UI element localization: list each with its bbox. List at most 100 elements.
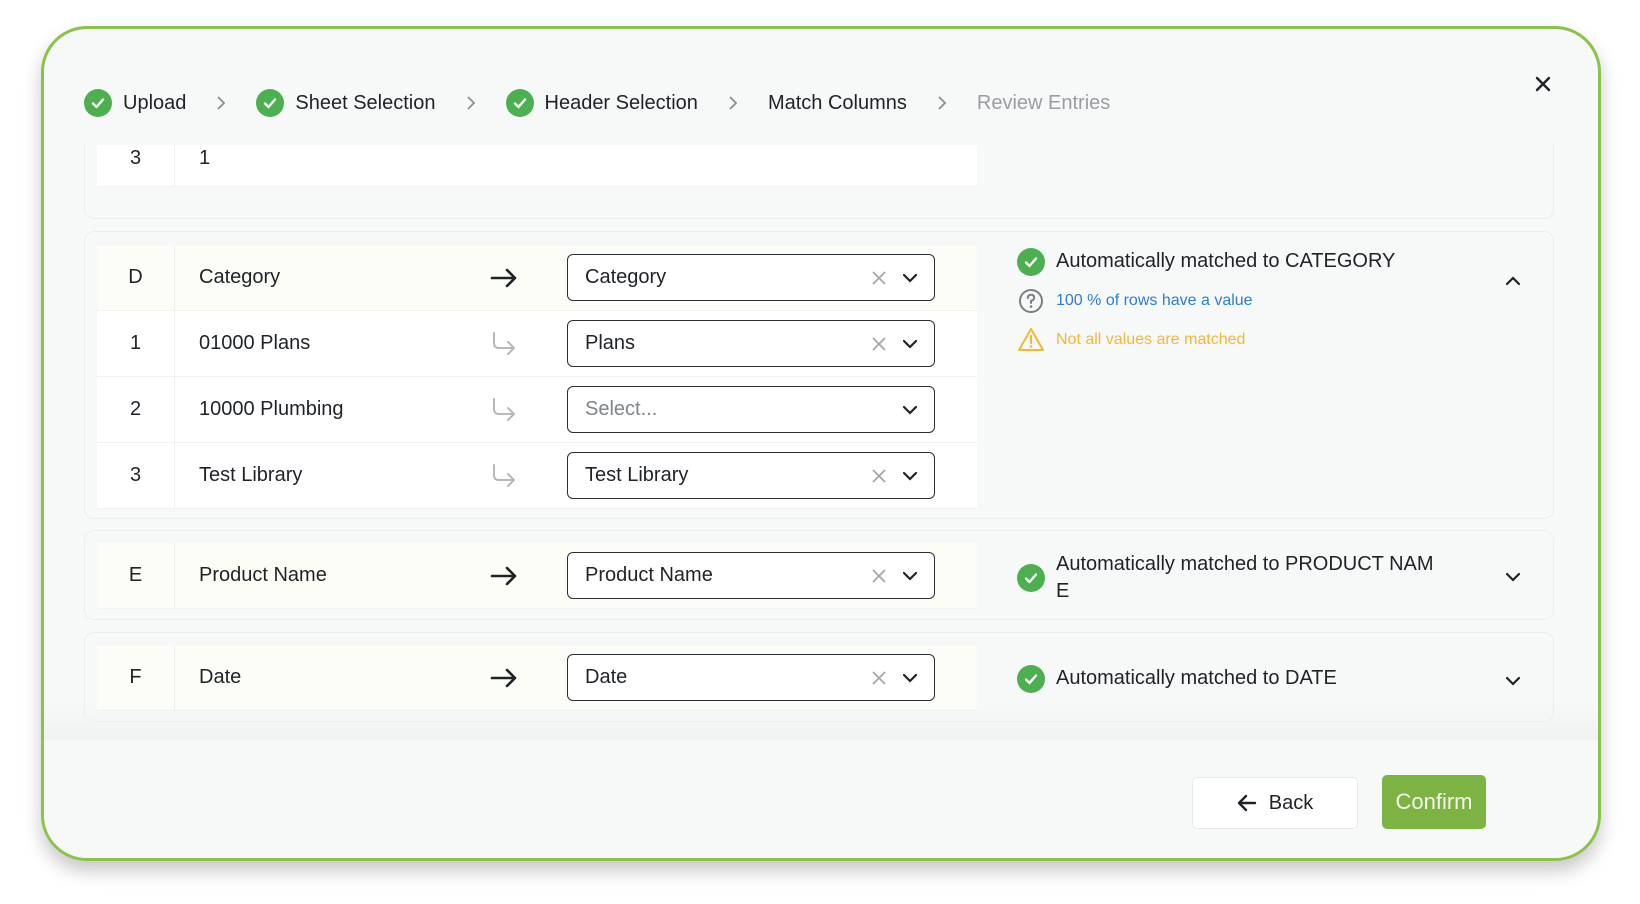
chevron-down-icon[interactable]: [896, 571, 924, 581]
status-line: Automatically matched to CATEGORY: [1017, 248, 1395, 276]
row-index: 1: [97, 311, 175, 376]
confirm-button-label: Confirm: [1395, 789, 1473, 814]
chevron-down-icon[interactable]: [896, 405, 924, 415]
step-review-entries: Review Entries: [977, 92, 1110, 115]
subdirectory-arrow-icon: [472, 331, 536, 357]
chevron-right-icon: [698, 95, 768, 111]
clear-icon[interactable]: [868, 670, 890, 686]
value-row: 3 Test Library Test Library: [97, 443, 977, 509]
row-value: Test Library: [199, 464, 303, 486]
chevron-down-icon[interactable]: [896, 273, 924, 283]
chevron-right-icon: [186, 95, 256, 111]
step-header-selection: Header Selection: [505, 89, 698, 117]
column-name: Category: [199, 266, 281, 288]
select-value: Plans: [585, 332, 636, 354]
value-match-select[interactable]: Select...: [567, 386, 935, 433]
column-letter: F: [97, 645, 175, 710]
value-row: 2 10000 Plumbing Select...: [97, 377, 977, 443]
value-row: 3 1: [97, 145, 977, 187]
chevron-down-icon[interactable]: [896, 471, 924, 481]
step-label: Header Selection: [544, 91, 698, 114]
scroll-fade: [44, 704, 1598, 740]
column-card-product-name: E Product Name Product Name Automaticall…: [84, 530, 1554, 620]
check-circle-icon: [1017, 564, 1045, 592]
modal-footer: Back Confirm: [44, 740, 1598, 858]
chevron-right-icon: [436, 95, 506, 111]
step-label: Upload: [123, 91, 187, 114]
row-index: 2: [97, 377, 175, 442]
column-match-select[interactable]: Product Name: [567, 552, 935, 599]
check-circle-icon: [1017, 248, 1045, 276]
step-match-columns: Match Columns: [768, 92, 907, 115]
warning-triangle-icon: [1017, 326, 1045, 354]
column-card-partial: 3 1: [84, 144, 1554, 219]
clear-icon[interactable]: [868, 468, 890, 484]
select-value: Product Name: [585, 564, 713, 586]
step-label: Sheet Selection: [295, 91, 436, 114]
column-match-select[interactable]: Category: [567, 254, 935, 301]
column-card-category: D Category Category 1 01000 Plans Plans …: [84, 231, 1554, 519]
clear-icon[interactable]: [868, 336, 890, 352]
column-name: Date: [199, 666, 242, 688]
select-placeholder: Select...: [585, 398, 658, 420]
arrow-right-icon: [472, 268, 536, 288]
arrow-right-icon: [472, 668, 536, 688]
match-status: Automatically matched to PRODUCT NAM E: [1017, 551, 1434, 605]
value-match-select[interactable]: Test Library: [567, 452, 935, 499]
expand-toggle[interactable]: [1501, 565, 1525, 589]
row-value: 1: [199, 147, 211, 169]
check-circle-icon: [505, 89, 534, 117]
chevron-down-icon[interactable]: [896, 339, 924, 349]
select-value: Date: [585, 666, 628, 688]
status-line: Automatically matched to DATE: [1017, 665, 1337, 693]
row-value: 01000 Plans: [199, 332, 311, 354]
select-value: Category: [585, 266, 667, 288]
warning-line: Not all values are matched: [1017, 326, 1395, 354]
status-text: Automatically matched to CATEGORY: [1056, 250, 1396, 272]
status-text: Automatically matched to DATE: [1056, 667, 1337, 689]
subdirectory-arrow-icon: [472, 397, 536, 423]
clear-icon[interactable]: [868, 270, 890, 286]
check-circle-icon: [256, 89, 285, 117]
status-text-line: E: [1056, 580, 1070, 602]
column-letter: D: [97, 245, 175, 310]
chevron-up-icon: [1505, 276, 1521, 286]
close-button[interactable]: [1528, 69, 1558, 99]
select-value: Test Library: [585, 464, 689, 486]
match-status: Automatically matched to DATE: [1017, 665, 1337, 693]
value-match-select[interactable]: Plans: [567, 320, 935, 367]
columns-list[interactable]: 3 1 D Category Category 1 01000 Plans Pl…: [44, 144, 1598, 740]
row-value: 10000 Plumbing: [199, 398, 344, 420]
subdirectory-arrow-icon: [472, 463, 536, 489]
chevron-down-icon: [1505, 676, 1521, 686]
value-row: 1 01000 Plans Plans: [97, 311, 977, 377]
chevron-right-icon: [907, 95, 977, 111]
collapse-toggle[interactable]: [1501, 269, 1525, 293]
row-index: 3: [97, 443, 175, 508]
chevron-down-icon[interactable]: [896, 673, 924, 683]
step-upload: Upload: [84, 89, 186, 117]
info-text: 100 % of rows have a value: [1056, 292, 1253, 309]
warning-text: Not all values are matched: [1056, 331, 1246, 348]
back-button[interactable]: Back: [1192, 777, 1358, 829]
confirm-button[interactable]: Confirm: [1382, 775, 1486, 829]
column-match-select[interactable]: Date: [567, 654, 935, 701]
back-button-label: Back: [1268, 791, 1314, 814]
column-header-row: E Product Name Product Name: [97, 543, 977, 609]
close-icon: [1535, 76, 1551, 92]
step-sheet-selection: Sheet Selection: [256, 89, 436, 117]
match-status: Automatically matched to CATEGORY 100 % …: [1017, 248, 1395, 354]
column-name: Product Name: [199, 564, 327, 586]
clear-icon[interactable]: [868, 568, 890, 584]
status-line: Automatically matched to PRODUCT NAM E: [1017, 551, 1434, 605]
match-columns-modal: Upload Sheet Selection Header Selection …: [41, 26, 1601, 861]
expand-toggle[interactable]: [1501, 669, 1525, 693]
info-line: 100 % of rows have a value: [1017, 287, 1395, 315]
step-label: Match Columns: [767, 91, 907, 114]
stepper: Upload Sheet Selection Header Selection …: [84, 87, 1110, 119]
arrow-right-icon: [472, 566, 536, 586]
help-circle-icon: [1017, 287, 1045, 315]
step-label: Review Entries: [976, 91, 1111, 114]
status-text: Automatically matched to PRODUCT NAM E: [1056, 551, 1434, 605]
column-header-row: F Date Date: [97, 645, 977, 711]
